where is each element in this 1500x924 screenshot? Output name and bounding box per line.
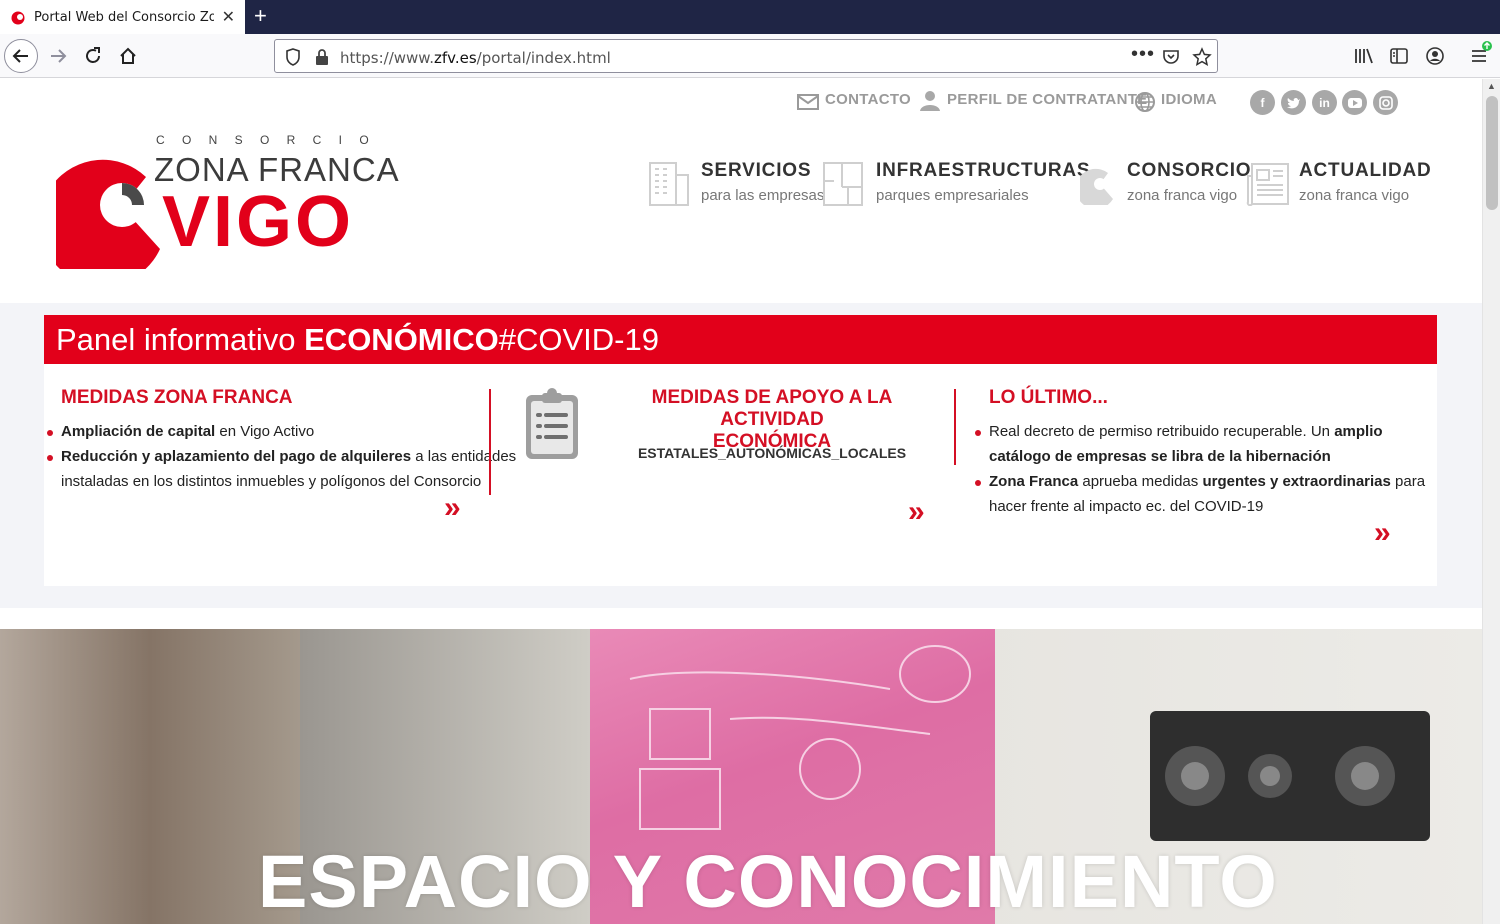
new-tab-icon[interactable]: + — [254, 3, 267, 29]
tab-title: Portal Web del Consorcio Zona Franca de … — [34, 9, 214, 25]
list-item[interactable]: Ampliación de capital en Vigo Activo — [61, 419, 501, 444]
col3-more-chevron-icon[interactable]: » — [1374, 516, 1390, 550]
logo-consorcio-text: C O N S O R C I O — [156, 133, 376, 147]
lock-icon[interactable] — [315, 48, 329, 66]
col1-more-chevron-icon[interactable]: » — [444, 491, 460, 525]
page-scrollbar[interactable]: ▲ — [1482, 79, 1500, 924]
menu-consorcio-subtitle: zona franca vigo — [1127, 187, 1238, 204]
col2-more-chevron-icon[interactable]: » — [908, 495, 924, 529]
linkedin-icon[interactable]: in — [1312, 90, 1337, 115]
forward-button[interactable] — [41, 39, 75, 73]
arrow-left-icon — [12, 49, 28, 63]
medidas-apoyo-subtitle[interactable]: ESTATALES_AUTONÓMICAS_LOCALES — [602, 445, 942, 461]
hero-banner: ESPACIO Y CONOCIMIENTO — [0, 629, 1482, 924]
column-divider — [954, 389, 956, 465]
column-divider — [489, 389, 491, 495]
bullet — [975, 430, 981, 436]
hero-speaker — [1150, 711, 1430, 841]
scrollbar-thumb[interactable] — [1486, 96, 1498, 210]
medidas-apoyo-title[interactable]: MEDIDAS DE APOYO A LA ACTIVIDAD ECONÓMIC… — [602, 387, 942, 453]
library-icon[interactable] — [1354, 47, 1374, 65]
pocket-icon[interactable] — [1162, 48, 1180, 66]
instagram-icon[interactable] — [1373, 90, 1398, 115]
site-logo[interactable]: C O N S O R C I O ZONA FRANCA VIGO — [56, 129, 421, 279]
user-icon — [920, 91, 940, 111]
page-actions-more-icon[interactable]: ••• — [1131, 43, 1155, 66]
clipboard-checklist-icon — [526, 388, 578, 459]
tab-bar: Portal Web del Consorcio Zona Franca de … — [0, 0, 1500, 34]
url-text: https://www.zfv.es/portal/index.html — [340, 49, 611, 67]
reload-button[interactable] — [76, 39, 110, 73]
covid-section: Panel informativo ECONÓMICO#COVID-19 MED… — [0, 303, 1482, 608]
logo-mark-icon — [56, 159, 160, 269]
site-favicon-icon — [11, 11, 25, 25]
covid-panel: Panel informativo ECONÓMICO#COVID-19 MED… — [44, 315, 1437, 586]
menu-infraestructuras-subtitle: parques empresariales — [876, 187, 1029, 204]
menu-item-consorcio[interactable]: CONSORCIO zona franca vigo — [1080, 157, 1251, 209]
menu-consorcio-title: CONSORCIO — [1127, 160, 1252, 181]
sidebar-icon[interactable] — [1390, 47, 1408, 65]
navigation-toolbar: https://www.zfv.es/portal/index.html ••• — [0, 34, 1500, 78]
home-button[interactable] — [111, 39, 145, 73]
twitter-icon[interactable] — [1281, 90, 1306, 115]
menu-item-infraestructuras[interactable]: INFRAESTRUCTURAS parques empresariales — [822, 157, 1090, 209]
account-icon[interactable] — [1425, 46, 1445, 66]
logo-vigo-text: VIGO — [162, 182, 355, 262]
hero-person-area — [0, 629, 300, 924]
hero-title: ESPACIO Y CONOCIMIENTO — [258, 840, 1278, 923]
bullet — [975, 480, 981, 486]
menu-actualidad-title: ACTUALIDAD — [1299, 160, 1432, 181]
list-item[interactable]: Zona Franca aprueba medidas urgentes y e… — [989, 469, 1429, 519]
consorcio-logo-icon — [1080, 168, 1113, 205]
building-icon — [649, 162, 689, 206]
globe-icon — [1135, 92, 1155, 112]
contacto-link[interactable]: CONTACTO — [825, 91, 911, 108]
menu-actualidad-subtitle: zona franca vigo — [1299, 187, 1410, 204]
floorplan-icon — [823, 162, 863, 206]
lo-ultimo-title[interactable]: LO ÚLTIMO... — [989, 387, 1108, 409]
list-item[interactable]: Reducción y aplazamiento del pago de alq… — [61, 444, 516, 494]
close-tab-icon[interactable]: ✕ — [222, 7, 235, 27]
covid-panel-header: Panel informativo ECONÓMICO#COVID-19 — [44, 315, 1437, 364]
envelope-icon — [797, 94, 819, 110]
scroll-up-icon[interactable]: ▲ — [1487, 81, 1496, 91]
home-icon — [120, 47, 136, 64]
menu-infraestructuras-title: INFRAESTRUCTURAS — [876, 160, 1091, 181]
medidas-zona-franca-title[interactable]: MEDIDAS ZONA FRANCA — [61, 387, 293, 409]
newspaper-icon — [1246, 163, 1289, 206]
reload-icon — [86, 47, 100, 63]
back-button[interactable] — [4, 39, 38, 73]
perfil-contratante-link[interactable]: PERFIL DE CONTRATANTE — [947, 91, 1147, 108]
bookmark-star-icon[interactable] — [1192, 47, 1212, 67]
bullet — [47, 455, 53, 461]
browser-tab[interactable]: Portal Web del Consorcio Zona Franca de … — [0, 0, 245, 34]
hamburger-menu-icon[interactable] — [1468, 40, 1494, 68]
arrow-right-icon — [51, 49, 67, 63]
facebook-icon[interactable]: f — [1250, 90, 1275, 115]
tracking-protection-shield-icon[interactable] — [285, 48, 301, 66]
menu-servicios-title: SERVICIOS — [701, 160, 812, 181]
menu-servicios-subtitle: para las empresas — [701, 187, 825, 204]
list-item[interactable]: Real decreto de permiso retribuido recup… — [989, 419, 1429, 469]
web-page: CONTACTO PERFIL DE CONTRATANTE IDIOMA f … — [0, 79, 1482, 924]
idioma-link[interactable]: IDIOMA — [1161, 91, 1217, 108]
youtube-icon[interactable] — [1342, 90, 1367, 115]
url-bar[interactable]: https://www.zfv.es/portal/index.html ••• — [274, 39, 1218, 73]
menu-item-actualidad[interactable]: ACTUALIDAD zona franca vigo — [1246, 157, 1431, 209]
bullet — [47, 430, 53, 436]
menu-item-servicios[interactable]: SERVICIOS para las empresas — [648, 157, 824, 209]
